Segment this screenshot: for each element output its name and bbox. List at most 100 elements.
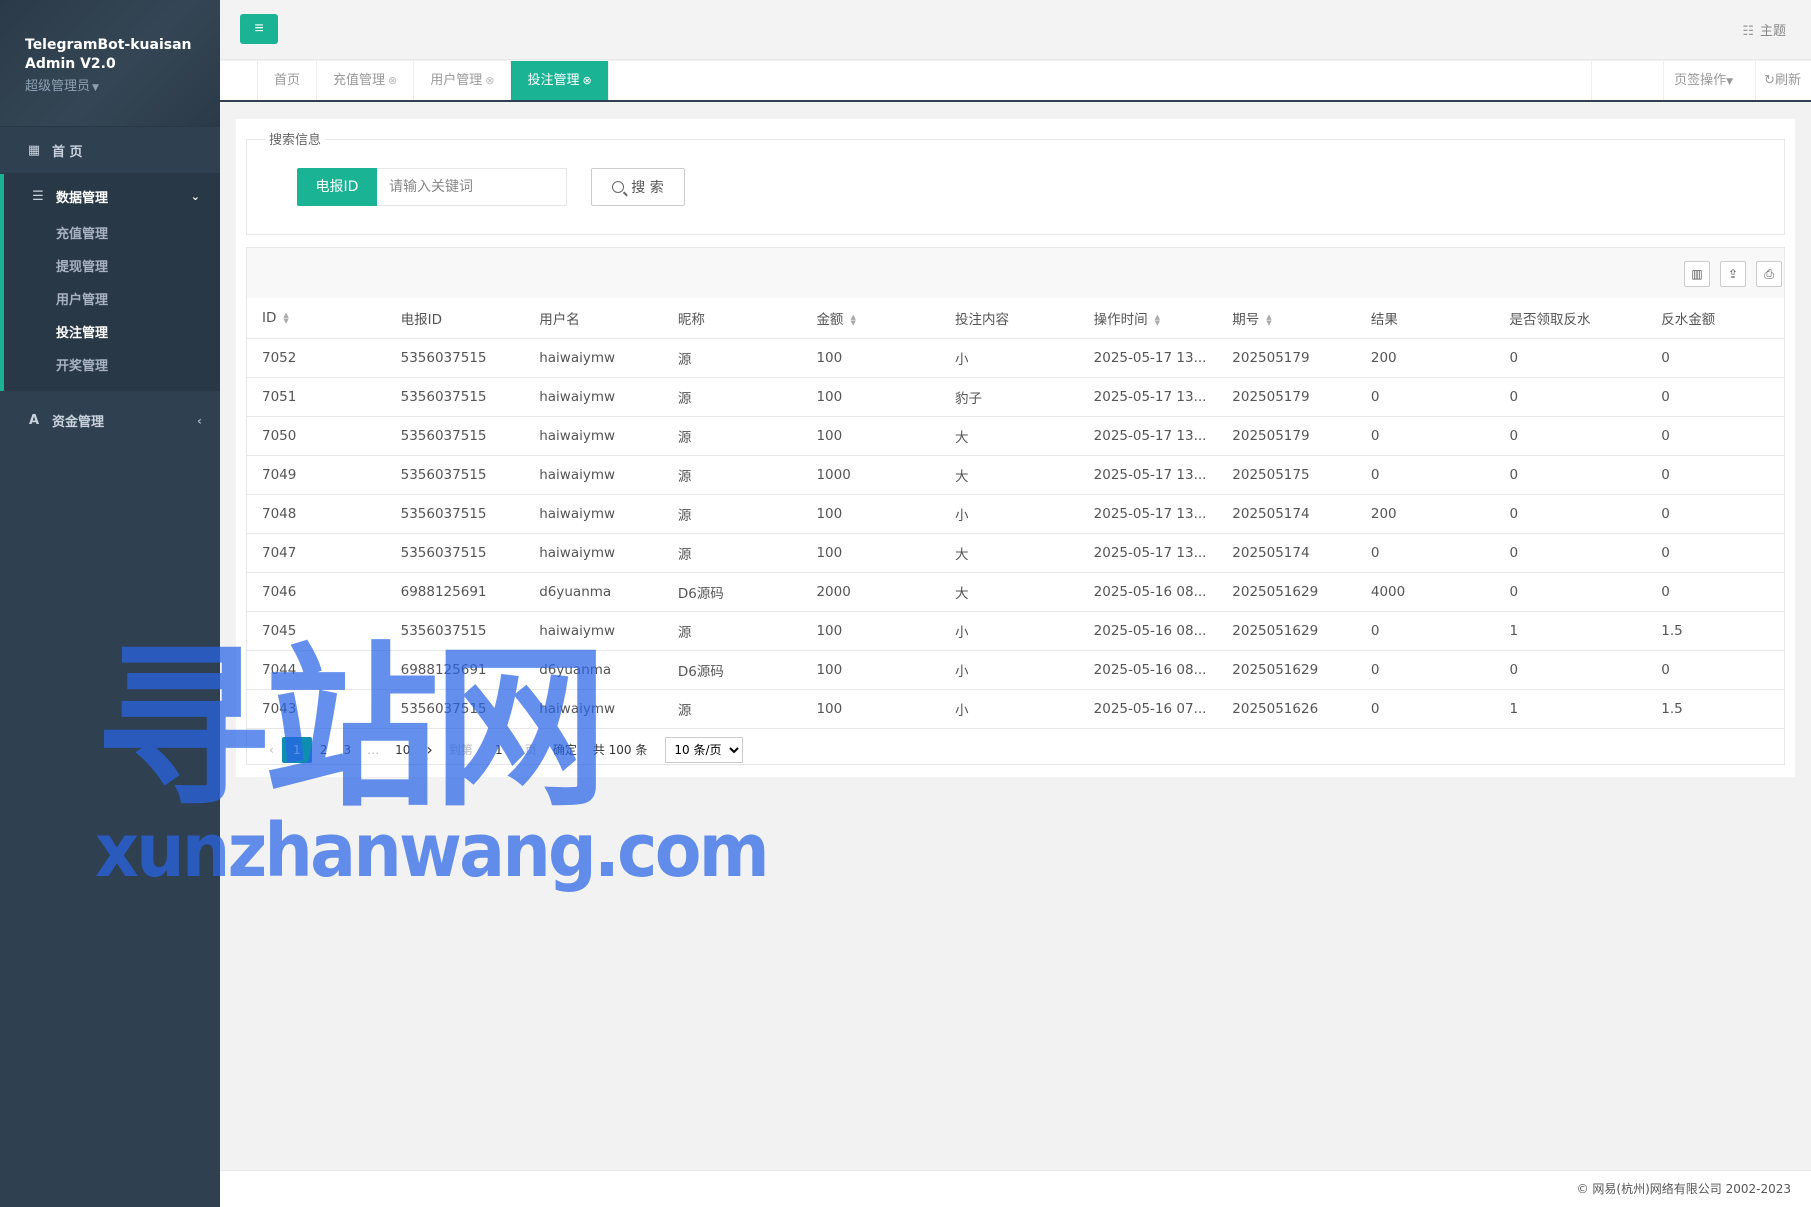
table-cell: 小 bbox=[940, 494, 1079, 534]
column-header[interactable]: 金额 ▲▼ bbox=[801, 298, 941, 339]
column-header[interactable]: ID ▲▼ bbox=[247, 298, 386, 339]
table-row[interactable]: 7044 6988125691 d6yuanma D6源码 100 小 2025-05-16… bbox=[247, 650, 1784, 690]
table-cell: 0 bbox=[1494, 533, 1647, 573]
search-icon bbox=[612, 181, 625, 193]
table-cell: 大 bbox=[940, 533, 1079, 573]
tab-scroll-left[interactable] bbox=[220, 61, 258, 100]
per-page-select[interactable]: 10 条/页 bbox=[665, 737, 744, 763]
table-cell: 100 bbox=[801, 416, 941, 456]
sidebar-item-withdraw[interactable]: 提现管理 bbox=[4, 251, 220, 284]
table-cell: haiwaiymw bbox=[524, 377, 663, 417]
tab-recharge[interactable]: 充值管理 ⊗ bbox=[317, 61, 415, 100]
column-header-label: ID bbox=[262, 309, 277, 326]
print-button[interactable]: ⎙ bbox=[1756, 261, 1782, 287]
sidebar-item-users[interactable]: 用户管理 bbox=[4, 284, 220, 317]
table-row[interactable]: 7043 5356037515 haiwaiymw 源 100 小 2025-05-16 0… bbox=[247, 689, 1784, 729]
table-cell: 0 bbox=[1355, 416, 1495, 456]
page-1-button[interactable]: 1 bbox=[281, 737, 312, 763]
column-header-label: 电报ID bbox=[400, 311, 442, 328]
sort-icon[interactable]: ▲▼ bbox=[283, 311, 291, 324]
sidebar-item-bets[interactable]: 投注管理 bbox=[4, 317, 220, 350]
close-icon[interactable]: ⊗ bbox=[388, 74, 397, 87]
table-row[interactable]: 7048 5356037515 haiwaiymw 源 100 小 2025-05-17 1… bbox=[247, 494, 1784, 534]
sort-icon[interactable]: ▲▼ bbox=[850, 313, 858, 326]
table-cell: 200 bbox=[1355, 494, 1495, 534]
table-cell: 0 bbox=[1494, 377, 1647, 417]
table-cell: 2025-05-16 07... bbox=[1078, 689, 1218, 729]
refresh-button[interactable]: ↻刷新 bbox=[1755, 61, 1811, 100]
table-cell: 7049 bbox=[247, 455, 386, 495]
table-cell: 源 bbox=[662, 455, 802, 495]
user-role-dropdown[interactable]: 超级管理员 ▼ bbox=[25, 75, 220, 94]
table-row[interactable]: 7046 6988125691 d6yuanma D6源码 2000 大 2025-05-1… bbox=[247, 572, 1784, 612]
tab-home[interactable]: 首页 bbox=[258, 61, 318, 100]
table-row[interactable]: 7050 5356037515 haiwaiymw 源 100 大 2025-05-17 1… bbox=[247, 416, 1784, 456]
sidebar-submenu: 充值管理 提现管理 用户管理 投注管理 开奖管理 bbox=[4, 218, 220, 391]
table-row[interactable]: 7045 5356037515 haiwaiymw 源 100 小 2025-05-16 0… bbox=[247, 611, 1784, 651]
sort-icon[interactable]: ▲▼ bbox=[1266, 313, 1274, 326]
prev-page-button[interactable]: ‹ bbox=[261, 737, 282, 763]
sidebar-item-data-management[interactable]: ☰ 数据管理 ⌄ bbox=[4, 174, 220, 218]
sidebar-item-recharge[interactable]: 充值管理 bbox=[4, 218, 220, 251]
table-cell: 0 bbox=[1494, 494, 1647, 534]
close-icon[interactable]: ⊗ bbox=[583, 74, 592, 87]
caret-down-icon: ▼ bbox=[1726, 77, 1733, 87]
table-cell: 0 bbox=[1494, 572, 1647, 612]
menu-toggle-button[interactable]: ≡ bbox=[240, 14, 278, 44]
table-cell: 0 bbox=[1355, 377, 1495, 417]
table-toolbar: ▥ ⇪ ⎙ bbox=[247, 248, 1784, 298]
page-10-button[interactable]: 10 bbox=[387, 737, 418, 763]
column-header: 反水金额 bbox=[1646, 298, 1784, 339]
table-cell: 0 bbox=[1355, 533, 1495, 573]
font-a-icon: A bbox=[28, 413, 40, 428]
table-cell: 大 bbox=[940, 455, 1079, 495]
table-cell: 0 bbox=[1494, 650, 1647, 690]
sort-icon[interactable]: ▲▼ bbox=[1155, 313, 1163, 326]
sidebar-item-fund-management[interactable]: A 资金管理 ‹ bbox=[0, 398, 220, 443]
table-cell: 7045 bbox=[247, 611, 386, 651]
tab-scroll-right[interactable] bbox=[1591, 61, 1631, 100]
column-header[interactable]: 期号 ▲▼ bbox=[1217, 298, 1356, 339]
search-legend: 搜索信息 bbox=[265, 129, 326, 148]
page-3-button[interactable]: 3 bbox=[335, 737, 359, 763]
search-button[interactable]: 搜 索 bbox=[591, 168, 685, 206]
goto-page-input[interactable]: 1 bbox=[481, 737, 517, 763]
table-row[interactable]: 7049 5356037515 haiwaiymw 源 1000 大 2025-05-17 … bbox=[247, 455, 1784, 495]
page-tabs-bar: 首页 充值管理 ⊗ 用户管理 ⊗ 投注管理 ⊗ 页签操作▼ ↻刷新 bbox=[220, 61, 1811, 102]
sidebar-item-home[interactable]: ▦ 首 页 bbox=[0, 128, 220, 174]
next-page-button[interactable]: › bbox=[418, 737, 440, 763]
table-cell: 2025051626 bbox=[1217, 689, 1356, 729]
table-cell: 0 bbox=[1494, 338, 1647, 378]
table-row[interactable]: 7047 5356037515 haiwaiymw 源 100 大 2025-05-17 1… bbox=[247, 533, 1784, 573]
table-row[interactable]: 7052 5356037515 haiwaiymw 源 100 小 2025-05-17 1… bbox=[247, 338, 1784, 378]
table-cell: 7051 bbox=[247, 377, 386, 417]
table-row[interactable]: 7051 5356037515 haiwaiymw 源 100 豹子 2025-05-17 … bbox=[247, 377, 1784, 417]
table-cell: 1.5 bbox=[1646, 689, 1784, 729]
export-icon: ⇪ bbox=[1727, 267, 1739, 281]
table-cell: 源 bbox=[662, 494, 802, 534]
tab-operations-dropdown[interactable]: 页签操作▼ bbox=[1663, 61, 1745, 100]
grid-icon: ▦ bbox=[27, 143, 41, 158]
search-input[interactable] bbox=[377, 168, 567, 206]
sidebar-item-draws[interactable]: 开奖管理 bbox=[4, 350, 220, 383]
refresh-label: 刷新 bbox=[1774, 73, 1801, 88]
table-cell: 5356037515 bbox=[385, 338, 525, 378]
table-cell: 大 bbox=[940, 416, 1079, 456]
column-header[interactable]: 操作时间 ▲▼ bbox=[1078, 298, 1218, 339]
table-cell: 0 bbox=[1355, 611, 1495, 651]
export-button[interactable]: ⇪ bbox=[1720, 261, 1746, 287]
table-cell: 0 bbox=[1646, 572, 1784, 612]
close-icon[interactable]: ⊗ bbox=[485, 74, 494, 87]
columns-filter-button[interactable]: ▥ bbox=[1684, 261, 1710, 287]
user-role: 超级管理员 bbox=[25, 79, 91, 94]
page-2-button[interactable]: 2 bbox=[312, 737, 336, 763]
goto-confirm-button[interactable]: 确定 bbox=[545, 737, 585, 763]
table-cell: haiwaiymw bbox=[524, 338, 663, 378]
table-cell: 小 bbox=[940, 611, 1079, 651]
tab-users[interactable]: 用户管理 ⊗ bbox=[414, 61, 512, 100]
tab-bets[interactable]: 投注管理 ⊗ bbox=[511, 61, 609, 100]
theme-button[interactable]: ☷ 主题 bbox=[1742, 20, 1786, 39]
table-cell: 5356037515 bbox=[385, 494, 525, 534]
table-cell: 100 bbox=[801, 338, 941, 378]
brand: TelegramBot-kuaisan Admin V2.0 超级管理员 ▼ bbox=[0, 0, 220, 127]
